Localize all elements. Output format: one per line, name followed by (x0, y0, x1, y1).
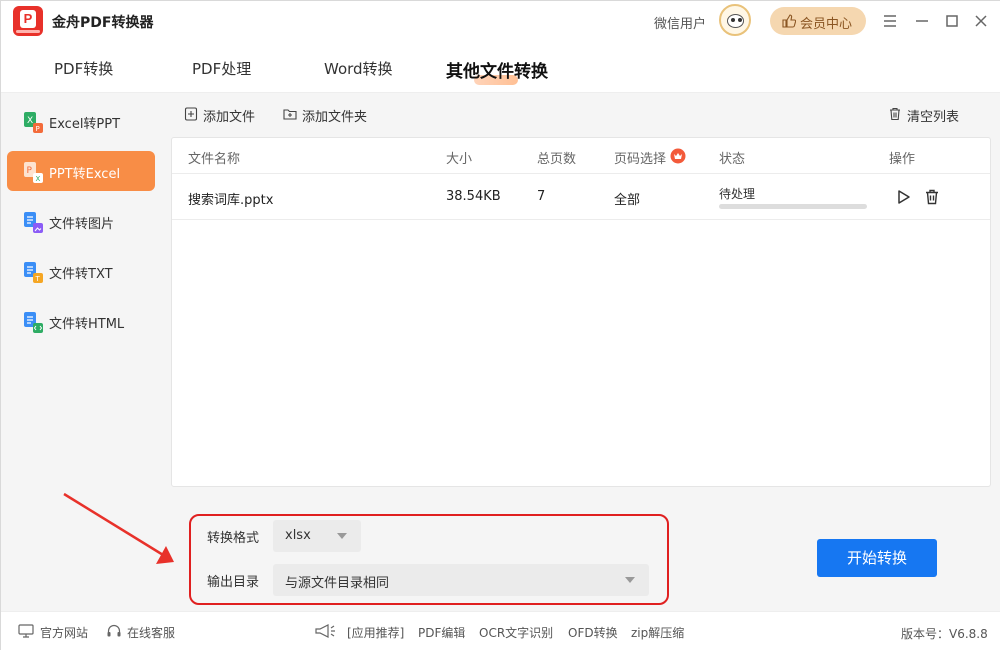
footer-link-ofd[interactable]: OFD转换 (568, 624, 618, 641)
version-label: 版本号：V6.8.8 (901, 627, 988, 641)
column-header-name: 文件名称 (188, 152, 241, 167)
sidebar-item-ppt-to-excel[interactable]: PX PPT转Excel (7, 151, 155, 191)
main-tabs: PDF转换 PDF处理 Word转换 其他文件转换 (1, 41, 1000, 93)
monitor-icon (18, 624, 34, 638)
settings-highlight-box: 转换格式 xlsx 输出目录 与源文件目录相同 (189, 514, 669, 605)
file-to-image-icon (24, 212, 43, 233)
file-to-txt-icon: T (24, 262, 43, 283)
format-label: 转换格式 (207, 531, 260, 546)
ppt-to-excel-icon: PX (24, 162, 43, 183)
minimize-icon[interactable] (912, 11, 932, 31)
tab-pdf-convert[interactable]: PDF转换 (54, 58, 113, 79)
status-text: 待处理 (719, 187, 756, 201)
sidebar-item-label: 文件转HTML (49, 317, 125, 332)
svg-text:P: P (36, 125, 40, 133)
add-folder-icon (283, 109, 297, 120)
output-dir-value: 与源文件目录相同 (285, 576, 390, 591)
svg-text:P: P (27, 166, 33, 176)
file-name: 搜索词库.pptx (188, 193, 274, 208)
svg-text:X: X (36, 175, 41, 183)
play-icon[interactable] (894, 188, 912, 206)
annotation-arrow (63, 492, 174, 564)
clear-list-label: 清空列表 (907, 110, 960, 125)
app-title: 金舟PDF转换器 (52, 15, 154, 31)
megaphone-icon (315, 624, 335, 638)
file-pages: 7 (537, 189, 546, 204)
column-header-page-range: 页码选择 (614, 152, 667, 167)
format-select[interactable]: xlsx (273, 520, 361, 552)
app-window: P 金舟PDF转换器 微信用户 会员中心 PDF转换 PDF处理 Word转换 … (0, 0, 1000, 650)
app-recommend-label: [应用推荐] (347, 626, 405, 640)
menu-icon[interactable] (880, 11, 900, 31)
add-folder-label: 添加文件夹 (302, 110, 368, 125)
output-dir-label: 输出目录 (207, 575, 260, 590)
sidebar-item-file-to-txt[interactable]: T 文件转TXT (7, 251, 155, 291)
chevron-down-icon (625, 577, 635, 583)
file-size: 38.54KB (446, 189, 501, 204)
page-range-select[interactable]: 全部 (614, 189, 640, 208)
sidebar-item-label: Excel转PPT (49, 117, 121, 132)
sidebar-item-file-to-image[interactable]: 文件转图片 (7, 201, 155, 241)
format-value: xlsx (285, 528, 311, 543)
column-header-size: 大小 (446, 152, 473, 167)
svg-text:T: T (35, 275, 41, 283)
sidebar-item-file-to-html[interactable]: 文件转HTML (7, 301, 155, 341)
maximize-icon[interactable] (942, 11, 962, 31)
excel-to-ppt-icon: XP (24, 112, 43, 133)
sidebar-item-label: 文件转图片 (49, 217, 115, 232)
footer-link-ocr[interactable]: OCR文字识别 (479, 624, 553, 641)
footer-link-zip[interactable]: zip解压缩 (631, 624, 684, 641)
vip-crown-icon (670, 148, 686, 164)
footer-link-pdf-edit[interactable]: PDF编辑 (418, 624, 465, 641)
table-row[interactable]: 搜索词库.pptx 38.54KB 7 全部 待处理 (172, 174, 990, 220)
tab-pdf-process[interactable]: PDF处理 (192, 58, 251, 79)
output-settings: 转换格式 xlsx 输出目录 与源文件目录相同 开始转换 (161, 503, 1000, 611)
column-header-pages: 总页数 (537, 152, 577, 167)
file-table: 文件名称 大小 总页数 页码选择 状态 操作 搜索词库.pptx 38.54KB… (171, 137, 991, 487)
delete-icon[interactable] (923, 188, 941, 206)
official-website-link[interactable]: 官方网站 (40, 624, 88, 641)
main-panel: 添加文件 添加文件夹 清空列表 文件名称 大小 总页数 页码选择 状态 操作 搜… (161, 93, 1000, 503)
app-logo: P (13, 6, 43, 36)
sidebar-item-label: 文件转TXT (49, 267, 113, 282)
footer: 官方网站 在线客服 [应用推荐] PDF编辑 OCR文字识别 OFD转换 zip… (1, 611, 1000, 650)
table-header: 文件名称 大小 总页数 页码选择 状态 操作 (172, 138, 990, 174)
user-name[interactable]: 微信用户 (654, 13, 706, 32)
trash-icon (890, 107, 900, 121)
output-dir-select[interactable]: 与源文件目录相同 (273, 564, 649, 596)
chevron-down-icon (337, 533, 347, 539)
tab-word-convert[interactable]: Word转换 (324, 58, 393, 79)
sidebar-item-excel-to-ppt[interactable]: XP Excel转PPT (7, 101, 155, 141)
file-to-html-icon (24, 312, 43, 333)
tab-other-convert[interactable]: 其他文件转换 (446, 57, 548, 82)
add-file-label: 添加文件 (203, 110, 256, 125)
headset-icon (107, 624, 121, 637)
column-header-status: 状态 (719, 152, 746, 167)
title-bar: P 金舟PDF转换器 微信用户 会员中心 (1, 1, 1000, 41)
progress-bar (719, 204, 867, 209)
online-service-link[interactable]: 在线客服 (127, 624, 175, 641)
add-file-icon (184, 107, 198, 121)
vip-center-label: 会员中心 (800, 17, 853, 32)
svg-text:X: X (27, 116, 33, 126)
thumbs-up-icon (782, 14, 796, 28)
sidebar-item-label: PPT转Excel (49, 167, 121, 182)
avatar[interactable] (719, 4, 751, 36)
vip-center-button[interactable]: 会员中心 (770, 7, 866, 35)
column-header-actions: 操作 (889, 152, 916, 167)
close-icon[interactable] (971, 11, 991, 31)
start-convert-button[interactable]: 开始转换 (817, 539, 937, 577)
